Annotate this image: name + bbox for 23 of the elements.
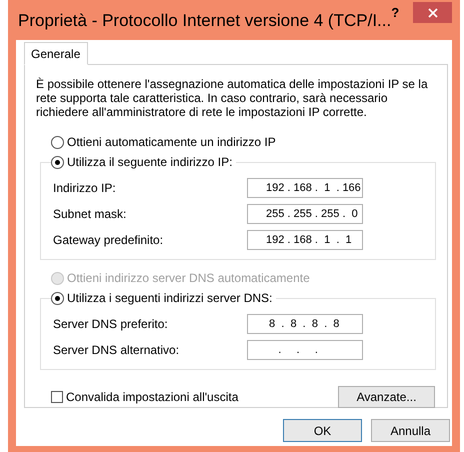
- ip-address-field[interactable]: 8 . 8 . 8 . 8: [247, 314, 363, 334]
- field-label: Gateway predefinito:: [53, 233, 164, 247]
- field-label: Server DNS alternativo:: [53, 343, 180, 357]
- help-button[interactable]: ?: [391, 5, 400, 20]
- close-button[interactable]: [413, 2, 452, 23]
- description-text: È possibile ottenere l'assegnazione automatica delle impostazioni IP se la rete supporta tale caratteristica. In caso contrario, sarà necessario richiedere all'amministratore di rete le impostazioni IP corrette.: [36, 77, 429, 119]
- advanced-button[interactable]: Avanzate...: [338, 386, 435, 408]
- dialog-button[interactable]: Annulla: [371, 419, 450, 442]
- field-label: Indirizzo IP:: [53, 181, 116, 195]
- checkbox-option[interactable]: Convalida impostazioni all'uscita: [51, 390, 238, 404]
- ip-address-field[interactable]: . . .: [247, 340, 363, 360]
- radio-option[interactable]: Utilizza il seguente indirizzo IP:: [51, 153, 232, 171]
- ip-address-field[interactable]: 192 . 168 . 1 . 166: [247, 178, 363, 198]
- window-title: Proprietà - Protocollo Internet versione 4 (TCP/I...: [18, 11, 392, 31]
- field-label: Subnet mask:: [53, 207, 126, 221]
- field-label: Server DNS preferito:: [53, 317, 168, 331]
- ip-address-field[interactable]: 192 . 168 . 1 . 1: [247, 230, 363, 250]
- ip-address-field[interactable]: 255 . 255 . 255 . 0: [247, 204, 363, 224]
- radio-option[interactable]: Utilizza i seguenti indirizzi server DNS:: [51, 289, 272, 307]
- dialog-button[interactable]: OK: [283, 419, 362, 442]
- radio-option[interactable]: Ottieni automaticamente un indirizzo IP: [51, 133, 435, 151]
- tab[interactable]: Generale: [24, 42, 88, 65]
- close-icon: [428, 8, 438, 18]
